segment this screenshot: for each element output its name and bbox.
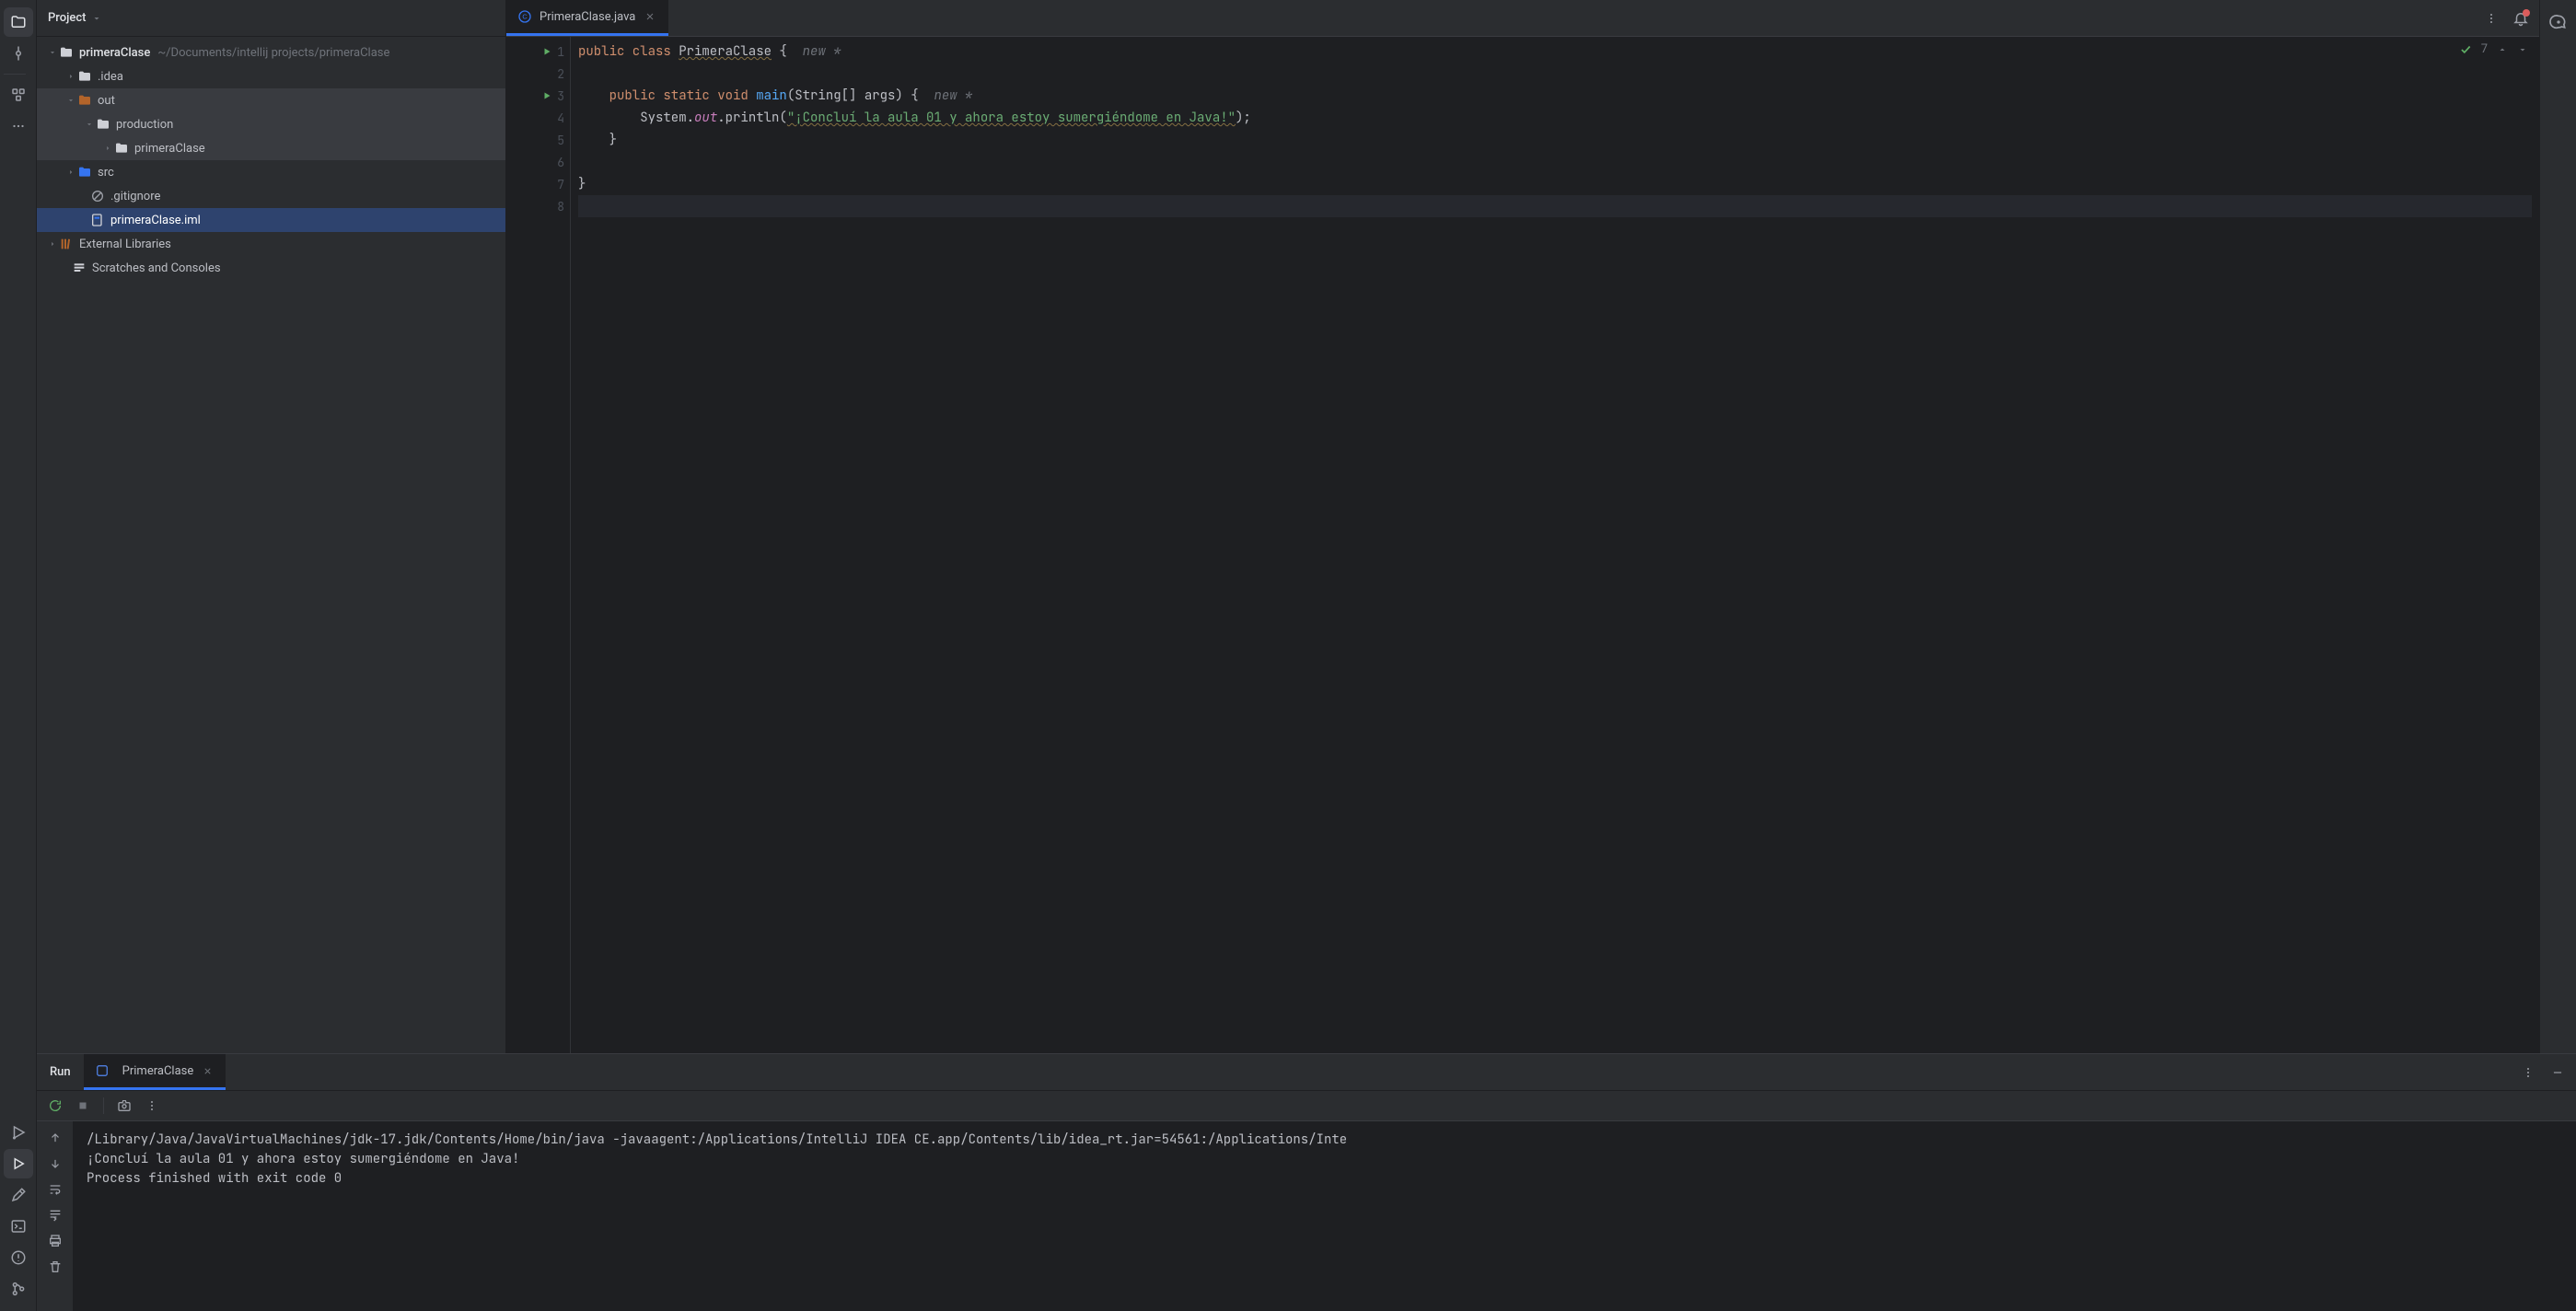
editor-tab-label: PrimeraClase.java	[540, 10, 635, 24]
tree-label: primeraClase	[79, 46, 150, 60]
chevron-right-icon[interactable]	[101, 144, 114, 153]
activity-bar	[0, 0, 37, 1311]
stop-button[interactable]	[72, 1095, 94, 1117]
build-tool-button[interactable]	[4, 1180, 33, 1210]
library-icon	[59, 237, 74, 251]
hide-run-button[interactable]	[2547, 1062, 2569, 1084]
console-line: /Library/Java/JavaVirtualMachines/jdk-17…	[87, 1131, 2563, 1150]
project-tool-window: Project primeraClase ~/Documents/intelli…	[37, 0, 506, 1053]
chevron-right-icon[interactable]	[64, 168, 77, 177]
tree-item-gitignore[interactable]: .gitignore	[37, 184, 505, 208]
chevron-right-icon[interactable]	[64, 72, 77, 81]
vcs-tool-button[interactable]	[4, 1274, 33, 1304]
console-line: ¡Concluí la aula 01 y ahora estoy sumerg…	[87, 1150, 2563, 1169]
inspection-widget[interactable]: 7	[2459, 42, 2528, 56]
project-tool-button[interactable]	[4, 7, 33, 37]
screenshot-button[interactable]	[113, 1095, 135, 1117]
tree-item-scratches[interactable]: Scratches and Consoles	[37, 256, 505, 280]
project-title: Project	[48, 11, 86, 25]
tree-label: src	[98, 166, 114, 180]
tree-label: .gitignore	[110, 190, 160, 203]
editor-tabs: C PrimeraClase.java	[506, 0, 2539, 37]
tree-label: production	[116, 118, 173, 132]
run-title: Run	[37, 1054, 84, 1090]
tree-label: .idea	[98, 70, 123, 84]
editor-more-button[interactable]	[2480, 7, 2502, 29]
tree-item-production[interactable]: production	[37, 112, 505, 136]
chevron-down-icon[interactable]	[64, 96, 77, 105]
check-icon	[2459, 43, 2472, 56]
run-actions-more-button[interactable]	[141, 1095, 163, 1117]
close-run-tab-button[interactable]	[201, 1064, 215, 1078]
run-line-marker-icon[interactable]	[541, 46, 552, 57]
project-header: Project	[37, 0, 505, 37]
chevron-down-icon[interactable]	[83, 120, 96, 129]
tree-label: primeraClase	[134, 142, 205, 156]
tree-item-out[interactable]: out	[37, 88, 505, 112]
project-tree[interactable]: primeraClase ~/Documents/intellij projec…	[37, 37, 505, 1053]
problems-tool-button[interactable]	[4, 1243, 33, 1272]
folder-icon	[77, 69, 92, 84]
services-tool-button[interactable]	[4, 1118, 33, 1147]
scroll-to-end-button[interactable]	[44, 1204, 66, 1226]
run-config-icon	[95, 1063, 110, 1078]
chevron-right-icon[interactable]	[46, 239, 59, 249]
tree-item-external-libs[interactable]: External Libraries	[37, 232, 505, 256]
chevron-down-icon[interactable]	[46, 48, 59, 57]
tree-label: primeraClase.iml	[110, 214, 201, 227]
editor-gutter: 1 2 3 4 5 6 7 8	[506, 37, 571, 1053]
right-toolbar	[2539, 0, 2576, 1053]
run-tool-window: Run PrimeraClase	[37, 1053, 2576, 1311]
run-tool-button[interactable]	[4, 1149, 33, 1178]
chevron-down-icon[interactable]	[91, 13, 102, 24]
commit-tool-button[interactable]	[4, 39, 33, 68]
close-tab-button[interactable]	[643, 9, 657, 24]
scroll-down-button[interactable]	[44, 1153, 66, 1175]
module-file-icon	[90, 213, 105, 227]
inspection-count: 7	[2481, 42, 2488, 56]
tree-item-iml[interactable]: primeraClase.iml	[37, 208, 505, 232]
structure-tool-button[interactable]	[4, 80, 33, 110]
folder-excluded-icon	[77, 93, 92, 108]
run-console[interactable]: /Library/Java/JavaVirtualMachines/jdk-17…	[74, 1121, 2576, 1311]
tree-root[interactable]: primeraClase ~/Documents/intellij projec…	[37, 41, 505, 64]
terminal-tool-button[interactable]	[4, 1212, 33, 1241]
tree-item-src[interactable]: src	[37, 160, 505, 184]
ai-assistant-button[interactable]	[2544, 7, 2573, 37]
tree-label: out	[98, 94, 115, 108]
code-editor[interactable]: public class PrimeraClase { new * public…	[571, 37, 2539, 1053]
run-config-name: PrimeraClase	[122, 1064, 194, 1078]
clear-all-button[interactable]	[44, 1256, 66, 1278]
editor-tab-primeraclase[interactable]: C PrimeraClase.java	[506, 0, 668, 36]
folder-icon	[59, 45, 74, 60]
chevron-up-icon[interactable]	[2497, 44, 2508, 55]
console-line: Process finished with exit code 0	[87, 1169, 2563, 1189]
chevron-down-icon[interactable]	[2517, 44, 2528, 55]
tree-label: External Libraries	[79, 238, 171, 251]
run-more-button[interactable]	[2517, 1062, 2539, 1084]
print-button[interactable]	[44, 1230, 66, 1252]
run-config-tab[interactable]: PrimeraClase	[84, 1054, 226, 1090]
editor-area: C PrimeraClase.java 1 2 3 4 5 6	[506, 0, 2539, 1053]
folder-icon	[96, 117, 110, 132]
gitignore-icon	[90, 189, 105, 203]
soft-wrap-button[interactable]	[44, 1178, 66, 1201]
tree-path: ~/Documents/intellij projects/primeraCla…	[157, 46, 389, 60]
java-class-icon: C	[517, 9, 532, 24]
tree-label: Scratches and Consoles	[92, 261, 221, 275]
folder-source-icon	[77, 165, 92, 180]
run-line-marker-icon[interactable]	[541, 90, 552, 101]
folder-icon	[114, 141, 129, 156]
svg-text:C: C	[522, 13, 528, 21]
tree-item-primeraclase-pkg[interactable]: primeraClase	[37, 136, 505, 160]
rerun-button[interactable]	[44, 1095, 66, 1117]
more-tool-button[interactable]	[4, 111, 33, 141]
scratches-icon	[72, 261, 87, 275]
tree-item-idea[interactable]: .idea	[37, 64, 505, 88]
scroll-up-button[interactable]	[44, 1127, 66, 1149]
notifications-button[interactable]	[2510, 7, 2532, 29]
